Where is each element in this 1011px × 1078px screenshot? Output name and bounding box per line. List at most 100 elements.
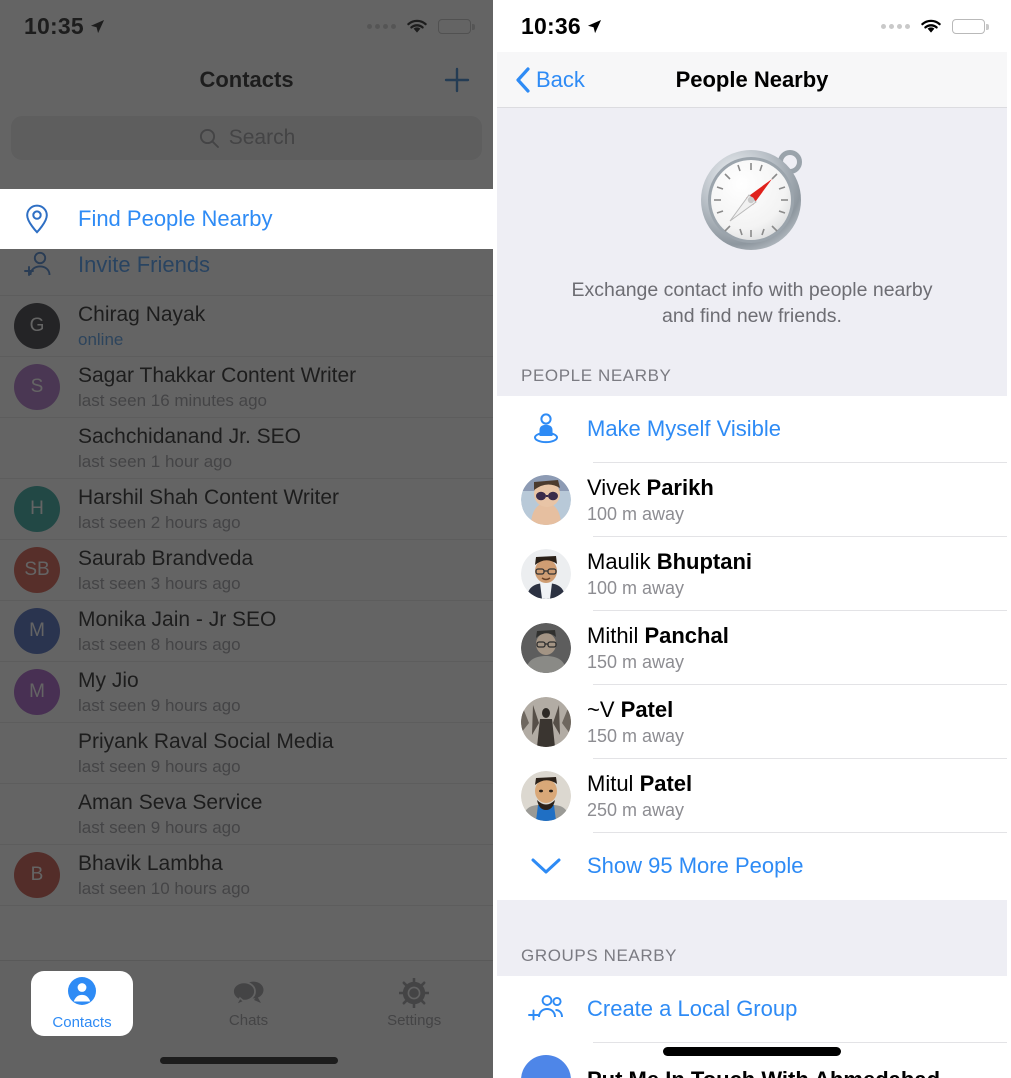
person-distance: 150 m away xyxy=(587,651,685,672)
avatar: SB xyxy=(14,547,60,593)
person-row[interactable]: Mithil Panchal 150 m away xyxy=(497,611,1007,685)
list-item[interactable]: M Monika Jain - Jr SEO last seen 8 hours… xyxy=(0,601,493,662)
list-item[interactable]: Priyank Raval Social Media last seen 9 h… xyxy=(0,723,493,784)
wifi-icon xyxy=(407,19,427,33)
signal-dots-icon xyxy=(881,23,910,29)
person-row[interactable]: Mitul Patel 250 m away xyxy=(497,759,1007,833)
person-row[interactable]: Maulik Bhuptani 100 m away xyxy=(497,537,1007,611)
create-local-group-row[interactable]: Create a Local Group xyxy=(497,976,1007,1043)
status-indicators xyxy=(367,18,475,35)
avatar-initials: M xyxy=(29,620,45,641)
contact-name: Monika Jain - Jr SEO xyxy=(78,607,277,631)
person-row[interactable]: ~V Patel 150 m away xyxy=(497,685,1007,759)
search-placeholder: Search xyxy=(228,126,296,149)
list-item[interactable]: S Sagar Thakkar Content Writer last seen… xyxy=(0,357,493,418)
person-name: Mitul Patel xyxy=(587,771,692,797)
avatar-initials: H xyxy=(30,498,44,519)
chevron-left-icon xyxy=(516,66,530,93)
person-last-name: Bhuptani xyxy=(656,548,753,574)
avatar-initials: B xyxy=(30,864,44,885)
hero-section: Exchange contact info with people nearby… xyxy=(497,108,1007,356)
avatar-initials: M xyxy=(29,681,45,702)
section-gap xyxy=(497,899,1007,936)
highlighted-tab-contacts[interactable]: Contacts xyxy=(31,971,133,1036)
list-item[interactable]: B Bhavik Lambha last seen 10 hours ago xyxy=(0,845,493,906)
avatar xyxy=(521,548,571,599)
map-pin-icon xyxy=(14,203,60,235)
location-arrow-icon xyxy=(90,19,104,33)
person-first-name: Maulik xyxy=(587,548,657,574)
avatar: B xyxy=(14,852,60,898)
tab-chats[interactable]: Chats xyxy=(166,961,332,1045)
list-item[interactable]: Sachchidanand Jr. SEO last seen 1 hour a… xyxy=(0,418,493,479)
contact-status: online xyxy=(78,329,124,349)
person-first-name: ~V xyxy=(587,696,621,722)
status-time-label: 10:35 xyxy=(24,12,84,39)
plus-icon[interactable] xyxy=(443,66,471,94)
right-phone-screen: 10:36 Back People Nearby Exchange contac… xyxy=(497,0,1007,1078)
status-bar-right: 10:36 xyxy=(497,0,1007,52)
person-visible-icon xyxy=(521,411,571,447)
status-time: 10:36 xyxy=(521,13,602,40)
person-last-name: Panchal xyxy=(644,622,729,648)
invite-friends-label: Invite Friends xyxy=(78,252,211,277)
screenshot-root: 10:35 Contacts Search Invite Friends G C… xyxy=(0,0,1011,1078)
contact-name: Aman Seva Service xyxy=(78,790,263,814)
person-first-name: Mitul xyxy=(587,770,640,796)
list-item[interactable]: M My Jio last seen 9 hours ago xyxy=(0,662,493,723)
person-name: Vivek Parikh xyxy=(587,475,714,501)
status-bar-left: 10:35 xyxy=(0,0,493,52)
gear-icon xyxy=(399,977,430,1008)
show-more-people-row[interactable]: Show 95 More People xyxy=(497,833,1007,900)
nav-bar-contacts: Contacts xyxy=(0,52,493,108)
avatar xyxy=(14,425,60,471)
highlighted-find-people-nearby[interactable]: Find People Nearby xyxy=(0,189,493,249)
person-row[interactable]: Vivek Parikh 100 m away xyxy=(497,463,1007,537)
group-name: Put Me In Touch With Ahmedabad xyxy=(587,1067,940,1078)
groups-nearby-list: Create a Local Group Put Me In Touch Wit… xyxy=(497,975,1007,1078)
hero-description-line2: and find new friends. xyxy=(662,305,842,328)
avatar xyxy=(521,474,571,525)
list-item[interactable]: G Chirag Nayak online xyxy=(0,296,493,357)
person-add-icon xyxy=(14,250,60,280)
status-time-label: 10:36 xyxy=(521,12,581,39)
contact-status: last seen 10 hours ago xyxy=(78,878,251,898)
avatar xyxy=(14,791,60,837)
person-last-name: Parikh xyxy=(646,474,714,500)
tab-settings[interactable]: Settings xyxy=(331,961,493,1045)
avatar xyxy=(521,622,571,673)
person-distance: 250 m away xyxy=(587,799,685,820)
person-distance: 100 m away xyxy=(587,577,685,598)
person-distance: 100 m away xyxy=(587,503,685,524)
avatar: H xyxy=(14,486,60,532)
chat-bubbles-icon xyxy=(231,978,266,1008)
person-distance: 150 m away xyxy=(587,725,685,746)
make-myself-visible-row[interactable]: Make Myself Visible xyxy=(497,396,1007,463)
search-input[interactable]: Search xyxy=(11,116,482,160)
person-first-name: Mithil xyxy=(587,622,645,648)
list-item[interactable]: SB Saurab Brandveda last seen 3 hours ag… xyxy=(0,540,493,601)
contact-status: last seen 9 hours ago xyxy=(78,817,241,837)
tab-label: Chats xyxy=(228,1011,269,1029)
back-button[interactable]: Back xyxy=(515,66,585,94)
avatar-initials: SB xyxy=(24,559,50,580)
contacts-list: Find People Nearby Invite Friends G xyxy=(0,174,493,906)
contact-name: Bhavik Lambha xyxy=(78,851,223,875)
signal-dots-icon xyxy=(367,23,396,29)
hero-description-line1: Exchange contact info with people nearby xyxy=(571,279,933,301)
list-item[interactable]: H Harshil Shah Content Writer last seen … xyxy=(0,479,493,540)
contact-name: Priyank Raval Social Media xyxy=(78,729,334,753)
contact-status: last seen 8 hours ago xyxy=(78,634,241,654)
wifi-icon xyxy=(921,19,941,33)
list-item[interactable]: Aman Seva Service last seen 9 hours ago xyxy=(0,784,493,845)
contact-name: Sachchidanand Jr. SEO xyxy=(78,424,301,448)
status-time: 10:35 xyxy=(24,13,105,40)
show-more-label: Show 95 More People xyxy=(587,853,804,879)
search-container: Search xyxy=(0,108,493,174)
make-myself-visible-label: Make Myself Visible xyxy=(587,416,781,442)
left-phone-screen: 10:35 Contacts Search Invite Friends G C… xyxy=(0,0,497,1078)
person-circle-icon xyxy=(67,976,97,1011)
battery-icon xyxy=(438,18,475,34)
contact-name: My Jio xyxy=(78,668,139,692)
person-last-name: Patel xyxy=(620,696,674,722)
